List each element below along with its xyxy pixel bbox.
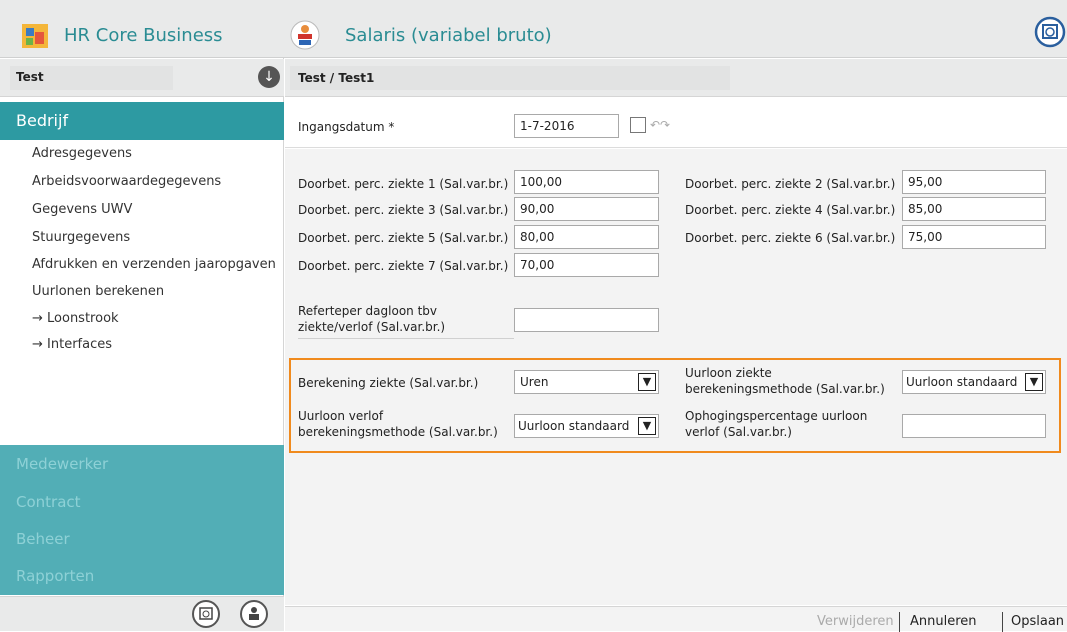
perc-ziekte-1-input[interactable]: 100,00 (514, 170, 659, 194)
sidebar-item-loonstrook[interactable]: → Loonstrook (32, 311, 119, 326)
perc-ziekte-7-input[interactable]: 70,00 (514, 253, 659, 277)
chevron-down-icon: ▼ (638, 373, 656, 391)
referteper-label-line1: Referteper dagloon tbv (298, 304, 438, 318)
berekening-ziekte-label: Berekening ziekte (Sal.var.br.) (298, 376, 479, 390)
ingangsdatum-label: Ingangsdatum * (298, 120, 395, 134)
module-title: Salaris (variabel bruto) (345, 25, 552, 46)
chevron-down-icon: ▼ (1025, 373, 1043, 391)
delete-button[interactable]: Verwijderen (817, 614, 894, 629)
section-medewerker[interactable]: Medewerker (0, 445, 284, 483)
field-label: Doorbet. perc. ziekte 4 (Sal.var.br.) (685, 203, 896, 217)
save-button[interactable]: Opslaan (1011, 614, 1064, 629)
calendar-refresh-icon[interactable] (192, 600, 220, 628)
select-value: Uurloon standaard (906, 375, 1018, 389)
perc-ziekte-3-input[interactable]: 90,00 (514, 197, 659, 221)
ingangsdatum-input[interactable]: 1-7-2016 (514, 114, 619, 138)
sidebar-item-adresgegevens[interactable]: Adresgegevens (32, 146, 132, 161)
cancel-button[interactable]: Annuleren (910, 614, 977, 629)
sidebar-item-jaaropgaven[interactable]: Afdrukken en verzenden jaaropgaven (32, 257, 276, 272)
ophoging-label-line1: Ophogingspercentage uurloon (685, 409, 868, 423)
field-label: Doorbet. perc. ziekte 7 (Sal.var.br.) (298, 259, 509, 273)
sidebar-item-arbeidsvoorwaardegegevens[interactable]: Arbeidsvoorwaardegegevens (32, 174, 221, 189)
person-settings-icon[interactable] (240, 600, 268, 628)
app-logo-icon (20, 22, 50, 50)
divider (298, 338, 514, 339)
referteper-input[interactable] (514, 308, 659, 332)
environment-name: Test (16, 70, 44, 84)
undo-redo-icon[interactable]: ↶↷ (650, 118, 690, 132)
select-value: Uren (520, 375, 549, 389)
uurloon-verlof-label-line1: Uurloon verlof (298, 409, 384, 423)
salary-module-icon (290, 20, 320, 50)
uurloon-ziekte-label-line2: berekeningsmethode (Sal.var.br.) (685, 382, 885, 396)
section-rapporten[interactable]: Rapporten (0, 557, 284, 595)
field-label: Doorbet. perc. ziekte 1 (Sal.var.br.) (298, 177, 509, 191)
sidebar-item-gegevens-uwv[interactable]: Gegevens UWV (32, 202, 132, 217)
divider (899, 612, 900, 632)
section-contract[interactable]: Contract (0, 483, 284, 521)
sidebar-item-uurlonen[interactable]: Uurlonen berekenen (32, 284, 164, 299)
ophoging-input[interactable] (902, 414, 1046, 438)
uurloon-ziekte-select[interactable]: Uurloon standaard ▼ (902, 370, 1046, 394)
arrow-down-icon[interactable]: ↓ (258, 66, 280, 88)
select-value: Uurloon standaard (518, 419, 630, 433)
breadcrumb: Test / Test1 (298, 71, 375, 85)
uurloon-ziekte-label-line1: Uurloon ziekte (685, 366, 772, 380)
app-title: HR Core Business (64, 25, 223, 46)
section-beheer[interactable]: Beheer (0, 520, 284, 558)
uurloon-verlof-select[interactable]: Uurloon standaard ▼ (514, 414, 659, 438)
field-label: Doorbet. perc. ziekte 5 (Sal.var.br.) (298, 231, 509, 245)
field-label: Doorbet. perc. ziekte 3 (Sal.var.br.) (298, 203, 509, 217)
sidebar-item-stuurgegevens[interactable]: Stuurgegevens (32, 230, 130, 245)
uurloon-verlof-label-line2: berekeningsmethode (Sal.var.br.) (298, 425, 498, 439)
section-bedrijf[interactable]: Bedrijf (0, 102, 284, 140)
divider (1002, 612, 1003, 632)
referteper-label-line2: ziekte/verlof (Sal.var.br.) (298, 320, 446, 334)
perc-ziekte-6-input[interactable]: 75,00 (902, 225, 1046, 249)
perc-ziekte-2-input[interactable]: 95,00 (902, 170, 1046, 194)
calendar-icon[interactable] (630, 117, 646, 133)
chevron-down-icon: ▼ (638, 417, 656, 435)
field-label: Doorbet. perc. ziekte 2 (Sal.var.br.) (685, 177, 896, 191)
refresh-calendar-icon[interactable] (1034, 16, 1066, 48)
sidebar-item-interfaces[interactable]: → Interfaces (32, 337, 112, 352)
berekening-ziekte-select[interactable]: Uren ▼ (514, 370, 659, 394)
perc-ziekte-4-input[interactable]: 85,00 (902, 197, 1046, 221)
perc-ziekte-5-input[interactable]: 80,00 (514, 225, 659, 249)
field-label: Doorbet. perc. ziekte 6 (Sal.var.br.) (685, 231, 896, 245)
ophoging-label-line2: verlof (Sal.var.br.) (685, 425, 792, 439)
